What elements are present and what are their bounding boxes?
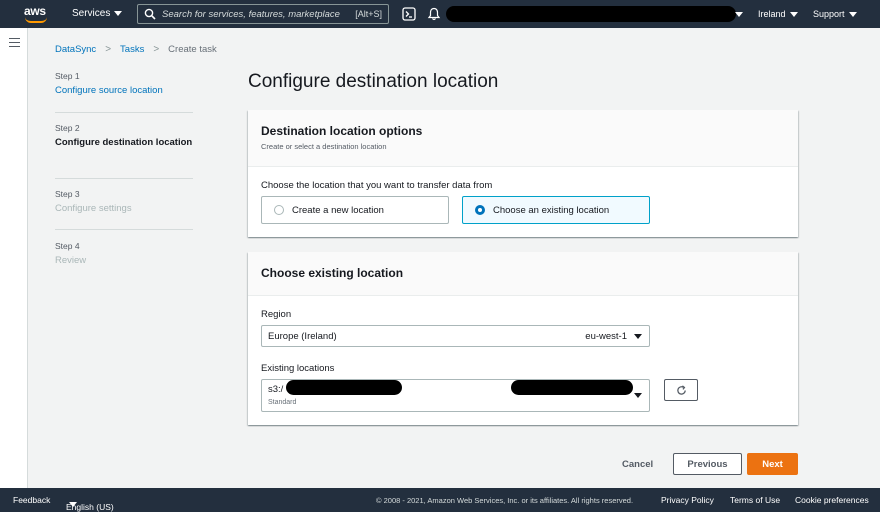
panel-header: Destination location options Create or s… — [248, 110, 798, 167]
step-divider — [55, 112, 193, 113]
search-shortcut: [Alt+S] — [355, 9, 382, 19]
dropdown-caret-icon — [634, 393, 642, 398]
terms-of-use-link[interactable]: Terms of Use — [730, 495, 780, 505]
radio-selected-icon — [475, 205, 485, 215]
cookie-preferences-link[interactable]: Cookie preferences — [795, 495, 869, 505]
step-divider — [55, 178, 193, 179]
step-link-source[interactable]: Configure source location — [55, 83, 193, 98]
chevron-right-icon: > — [105, 44, 112, 55]
location-detail-redacted — [511, 380, 633, 395]
cancel-button[interactable]: Cancel — [622, 459, 653, 470]
region-selector[interactable]: Ireland — [758, 9, 798, 19]
breadcrumb: DataSync > Tasks > Create task — [55, 44, 217, 55]
breadcrumb-tasks[interactable]: Tasks — [120, 44, 144, 55]
account-caret-icon — [735, 12, 743, 17]
caret-down-icon — [789, 11, 798, 17]
search-placeholder: Search for services, features, marketpla… — [162, 9, 342, 20]
existing-location-panel: Choose existing location Region Europe (… — [248, 252, 798, 425]
existing-locations-label: Existing locations — [261, 363, 335, 374]
aws-smile-icon — [25, 17, 47, 23]
existing-location-select[interactable]: s3:/ Standard — [261, 379, 650, 412]
account-menu-redacted[interactable] — [446, 6, 736, 22]
panel-header: Choose existing location — [248, 252, 798, 296]
choose-existing-location-option[interactable]: Choose an existing location — [462, 196, 650, 224]
cloudshell-icon[interactable] — [402, 7, 416, 21]
services-menu-button[interactable]: Services — [72, 8, 123, 19]
panel-title: Choose existing location — [261, 266, 404, 280]
wizard-step-1: Step 1 Configure source location — [55, 71, 193, 98]
region-select[interactable]: Europe (Ireland) eu-west-1 — [261, 325, 650, 347]
location-value: s3:/ — [268, 384, 284, 395]
wizard-step-2: Step 2 Configure destination location — [55, 123, 193, 148]
radio-icon — [274, 205, 284, 215]
console-footer: Feedback English (US) © 2008 - 2021, Ama… — [0, 488, 880, 512]
step-divider — [55, 229, 193, 230]
support-menu[interactable]: Support — [813, 9, 857, 19]
location-bucket-redacted — [286, 380, 402, 395]
side-navigation-strip — [0, 28, 28, 488]
previous-button[interactable]: Previous — [673, 453, 742, 475]
aws-logo[interactable]: aws — [24, 4, 50, 24]
feedback-link[interactable]: Feedback — [13, 495, 50, 505]
hamburger-menu-icon[interactable] — [9, 38, 20, 47]
copyright-text: © 2008 - 2021, Amazon Web Services, Inc.… — [376, 496, 634, 505]
breadcrumb-datasync[interactable]: DataSync — [55, 44, 96, 55]
region-label: Region — [261, 309, 292, 320]
location-choice-prompt: Choose the location that you want to tra… — [261, 180, 493, 191]
wizard-step-3: Step 3 Configure settings — [55, 189, 132, 214]
chevron-right-icon: > — [153, 44, 160, 55]
page-title: Configure destination location — [248, 71, 499, 92]
dropdown-caret-icon — [634, 334, 642, 339]
create-new-location-option[interactable]: Create a new location — [261, 196, 449, 224]
region-select-value: Europe (Ireland) — [268, 331, 337, 342]
breadcrumb-current: Create task — [168, 44, 217, 55]
caret-down-icon — [848, 11, 857, 17]
caret-down-icon — [69, 502, 77, 507]
top-navigation: aws Services Search for services, featur… — [0, 0, 880, 28]
caret-down-icon — [114, 11, 123, 16]
bell-icon[interactable] — [427, 7, 441, 21]
panel-title: Destination location options — [261, 124, 423, 138]
next-button[interactable]: Next — [747, 453, 798, 475]
refresh-button[interactable] — [664, 379, 698, 401]
refresh-icon — [677, 385, 686, 395]
step-current-label: Configure destination location — [55, 137, 193, 148]
destination-options-panel: Destination location options Create or s… — [248, 110, 798, 237]
privacy-policy-link[interactable]: Privacy Policy — [661, 495, 714, 505]
location-storage-class: Standard — [268, 399, 297, 406]
wizard-step-4: Step 4 Review — [55, 241, 87, 266]
search-input[interactable]: Search for services, features, marketpla… — [137, 4, 389, 24]
search-icon — [144, 8, 156, 20]
region-code: eu-west-1 — [585, 331, 627, 342]
panel-description: Create or select a destination location — [261, 142, 387, 151]
